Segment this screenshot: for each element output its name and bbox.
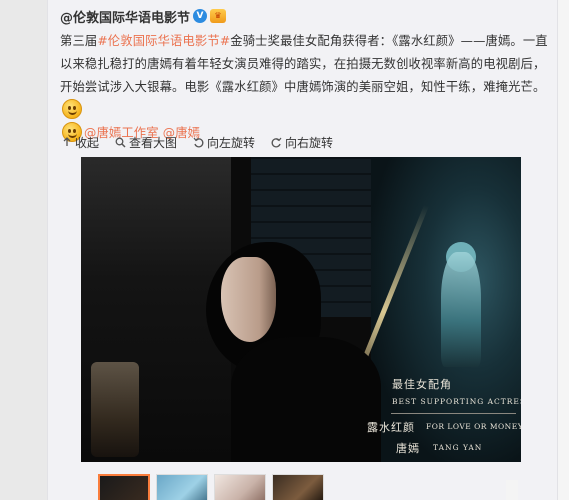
thumbnail-item[interactable] [156,474,208,500]
rotate-right-button[interactable]: 向右旋转 [271,134,333,150]
zoom-icon [115,137,126,148]
image-statue [441,252,481,367]
scroll-up-button[interactable] [506,480,518,500]
collapse-button[interactable]: 收起 [62,134,99,150]
rotate-left-button[interactable]: 向左旋转 [193,134,255,150]
thumbnail-strip [98,474,324,500]
thumbnail-item[interactable] [98,474,150,500]
collapse-label: 收起 [75,135,100,150]
member-crown-icon[interactable]: ♛ [210,9,227,23]
image-actress-face [221,257,276,342]
rotate-left-icon [193,137,204,147]
caption-title-en: FOR LOVE OR MONEY [426,422,521,431]
caption-title-cn: 露水红颜 [367,421,415,434]
smile-emoji-icon [62,99,82,119]
rotate-right-label: 向右旋转 [285,135,334,150]
caption-name-cn: 唐嫣 [396,442,420,455]
thumbnail-item[interactable] [214,474,266,500]
post-header: @伦敦国际华语电影节 V ♛ [60,7,227,26]
caption-award-en: BEST SUPPORTING ACTRESS [392,397,521,406]
post-text-prefix: 第三届 [60,34,98,48]
thumbnail-item[interactable] [272,474,324,500]
image-actress-body [231,337,381,462]
caption-divider [391,413,516,414]
caption-award-cn: 最佳女配角 [392,378,452,391]
rotate-right-icon [271,137,282,147]
scroll-track[interactable] [558,0,569,500]
verified-icon: V [193,9,208,23]
caption-name-en: TANG YAN [433,443,483,452]
rotate-left-label: 向左旋转 [207,135,256,150]
image-glass [91,362,139,457]
post-image[interactable]: 最佳女配角 BEST SUPPORTING ACTRESS 露水红颜 FOR L… [81,157,521,462]
view-large-label: 查看大图 [129,135,178,150]
view-large-button[interactable]: 查看大图 [115,134,177,150]
image-toolbar: 收起 查看大图 向左旋转 向右旋转 [62,134,333,150]
topic-link[interactable]: #伦敦国际华语电影节# [97,34,230,48]
author-name[interactable]: @伦敦国际华语电影节 [60,7,190,26]
post-text: 第三届#伦敦国际华语电影节#金骑士奖最佳女配角获得者：《露水红颜》——唐嫣。一直… [60,30,552,145]
arrow-up-icon [63,137,71,146]
